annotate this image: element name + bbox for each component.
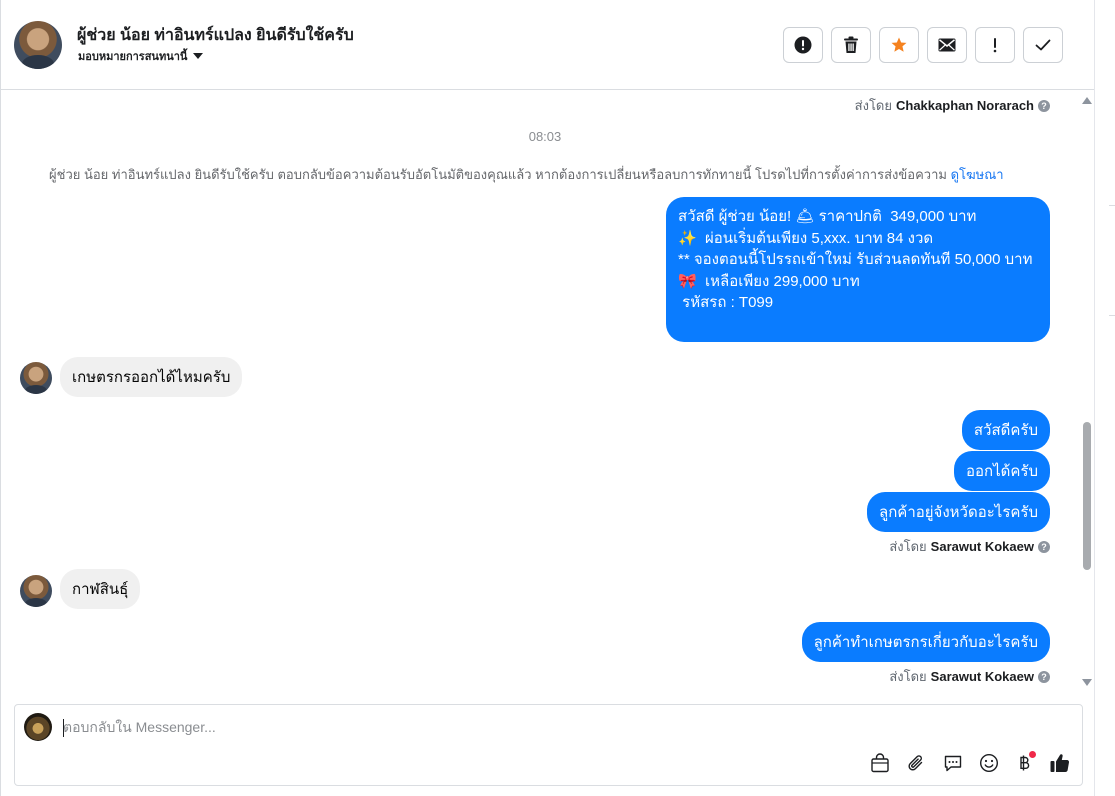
right-panel-edge [1094, 0, 1115, 796]
promo-line: 🎀 เหลือเพียง 299,000 บาท [678, 272, 860, 290]
saved-replies-button[interactable] [941, 751, 965, 775]
message-list: ส่งโดย Chakkaphan Norarach ? 08:03 ผู้ช่… [1, 91, 1076, 696]
message-timestamp: 08:03 [528, 129, 562, 144]
outgoing-message: ลูกค้าอยู่จังหวัดอะไรครับ [867, 492, 1050, 532]
greeting-notice-text: ผู้ช่วย น้อย ท่าอินทร์แปลง ยินดีรับใช้คร… [49, 167, 947, 182]
sender-name: Chakkaphan Norarach [896, 98, 1034, 113]
mark-done-button[interactable] [1023, 27, 1063, 63]
sender-name: Sarawut Kokaew [930, 539, 1034, 554]
incoming-message: กาฬสินธุ์ [60, 569, 141, 609]
scrollbar-thumb[interactable] [1083, 422, 1091, 570]
reply-composer [14, 704, 1083, 786]
outgoing-message: สวัสดีครับ [961, 410, 1050, 450]
sent-by-label: ส่งโดย Sarawut Kokaew ? [889, 536, 1050, 557]
send-like-button[interactable] [1048, 751, 1072, 775]
assign-conversation-dropdown[interactable]: มอบหมายการสนทนานี้ [78, 47, 204, 65]
sent-by-prefix: ส่งโดย [889, 669, 927, 684]
assign-conversation-label: มอบหมายการสนทนานี้ [78, 51, 188, 63]
greeting-notice: ผู้ช่วย น้อย ท่าอินทร์แปลง ยินดีรับใช้คร… [49, 164, 1004, 185]
payment-button[interactable] [1012, 751, 1036, 775]
view-ad-link[interactable]: ดูโฆษณา [951, 167, 1004, 182]
mark-unread-button[interactable] [927, 27, 967, 63]
conversation-header: ผู้ช่วย น้อย ท่าอินทร์แปลง ยินดีรับใช้คร… [1, 0, 1095, 90]
sent-by-label: ส่งโดย Chakkaphan Norarach ? [855, 95, 1050, 116]
scroll-down-arrow-icon[interactable] [1082, 679, 1092, 686]
mark-spam-button[interactable] [783, 27, 823, 63]
attach-file-button[interactable] [904, 751, 928, 775]
promo-line: สวัสดี ผู้ช่วย น้อย! 🛎 ราคาปกติ 349,000 … [678, 208, 977, 225]
help-icon[interactable]: ? [1038, 540, 1050, 553]
star-icon [891, 37, 907, 52]
trash-icon [844, 36, 858, 53]
divider [1109, 315, 1115, 316]
star-button[interactable] [879, 27, 919, 63]
report-icon [794, 36, 812, 54]
shop-button[interactable] [868, 751, 892, 775]
check-icon [1035, 39, 1051, 51]
help-icon[interactable]: ? [1038, 670, 1050, 683]
mail-icon [938, 38, 956, 52]
outgoing-message-promo: สวัสดี ผู้ช่วย น้อย! 🛎 ราคาปกติ 349,000 … [666, 197, 1050, 342]
bag-icon [871, 753, 889, 773]
sent-by-prefix: ส่งโดย [889, 539, 927, 554]
contact-name[interactable]: ผู้ช่วย น้อย ท่าอินทร์แปลง ยินดีรับใช้คร… [77, 23, 354, 48]
divider [1109, 205, 1115, 206]
promo-line: รหัสรถ : T099 [678, 294, 774, 311]
promo-line: ✨ ผ่อนเริ่มต้นเพียง 5,xxx. บาท 84 งวด [678, 229, 934, 247]
emoji-icon [979, 753, 999, 773]
thumbs-up-icon [1050, 754, 1070, 773]
saved-reply-icon [944, 755, 962, 772]
chevron-down-icon [193, 53, 204, 59]
message-scrollbar[interactable] [1077, 92, 1095, 696]
sent-by-prefix: ส่งโดย [854, 98, 892, 113]
inbox-conversation-panel: ผู้ช่วย น้อย ท่าอินทร์แปลง ยินดีรับใช้คร… [0, 0, 1095, 796]
incoming-message: เกษตรกรออกได้ไหมครับ [60, 357, 243, 397]
sent-by-label: ส่งโดย Sarawut Kokaew ? [889, 666, 1050, 687]
important-icon [993, 38, 997, 53]
delete-button[interactable] [831, 27, 871, 63]
contact-avatar-small[interactable] [20, 575, 52, 607]
notification-dot [1029, 751, 1036, 758]
text-cursor [63, 719, 64, 737]
reply-input[interactable] [63, 719, 963, 735]
help-icon[interactable]: ? [1038, 99, 1050, 112]
promo-line: ** จองตอนนี้โปรรถเข้าใหม่ รับส่วนลดทันที… [678, 251, 1033, 268]
contact-avatar[interactable] [14, 21, 62, 69]
outgoing-message: ออกได้ครับ [954, 451, 1050, 491]
scroll-up-arrow-icon[interactable] [1082, 97, 1092, 104]
page-avatar [24, 713, 52, 741]
sender-name: Sarawut Kokaew [930, 669, 1034, 684]
attachment-icon [908, 755, 923, 771]
contact-avatar-small[interactable] [20, 362, 52, 394]
outgoing-message: ลูกค้าทำเกษตรกรเกี่ยวกับอะไรครับ [801, 622, 1050, 662]
emoji-button[interactable] [977, 751, 1001, 775]
mark-important-button[interactable] [975, 27, 1015, 63]
